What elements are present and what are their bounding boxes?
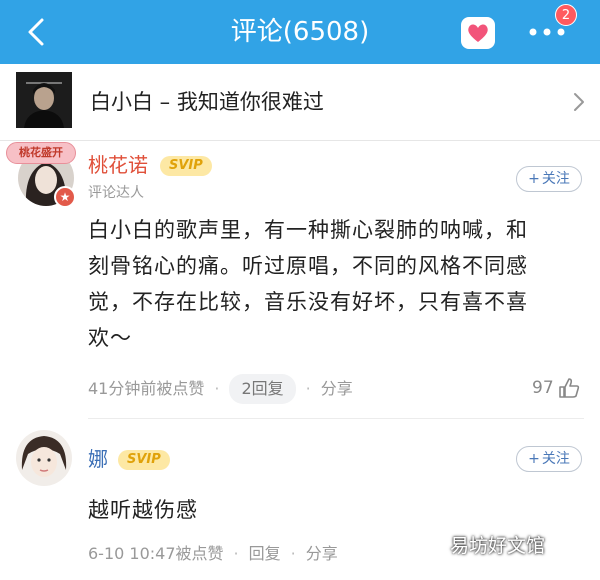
- comment-meta: 41分钟前被点赞 · 2回复 · 分享: [88, 374, 353, 404]
- comment-line: 白小白的歌声里，有一种撕心裂肺的呐喊，和: [88, 218, 528, 242]
- like-count: 97: [532, 378, 554, 398]
- thumbs-up-icon: [558, 378, 579, 398]
- avatar[interactable]: [16, 430, 72, 486]
- like-button[interactable]: 97: [532, 376, 580, 400]
- comment-line: 欢～: [88, 326, 132, 350]
- username[interactable]: 桃花诺: [88, 152, 148, 178]
- share-button[interactable]: 分享: [321, 377, 353, 401]
- song-title: 白小白 – 我知道你很难过: [90, 90, 324, 114]
- favorite-button[interactable]: [461, 17, 495, 49]
- song-cover-image: [16, 72, 72, 128]
- vip-star-icon: ★: [54, 186, 76, 208]
- username[interactable]: 娜: [88, 446, 108, 472]
- chevron-right-icon: [574, 93, 584, 111]
- divider: [88, 418, 584, 419]
- share-button[interactable]: 分享: [306, 542, 338, 566]
- comment-line: 觉，不存在比较，音乐没有好坏，只有喜不喜: [88, 290, 528, 314]
- comment-item: 桃花盛开 ★ 桃花诺 SVIP 评论达人 + 关注 白小白的歌声里，有一种撕心裂肺…: [0, 140, 600, 420]
- comment-line: 越听越伤感: [88, 498, 198, 522]
- user-title: 评论达人: [88, 185, 144, 201]
- plus-icon: +: [528, 451, 540, 467]
- song-row[interactable]: 白小白 – 我知道你很难过: [0, 64, 600, 141]
- watermark: 易坊好文馆: [450, 536, 546, 557]
- reply-button[interactable]: 回复: [249, 542, 281, 566]
- separator-dot: ·: [233, 544, 239, 563]
- more-dots-icon: [529, 28, 565, 36]
- comment-time: 41分钟前被点赞: [88, 379, 205, 398]
- follow-button[interactable]: + 关注: [516, 166, 582, 192]
- comment-line: 刻骨铭心的痛。听过原唱，不同的风格不同感: [88, 254, 528, 278]
- page-title: 评论(6508): [230, 17, 370, 47]
- reply-button[interactable]: 2回复: [229, 374, 296, 404]
- notification-badge: 2: [555, 4, 577, 26]
- comment-meta: 6-10 10:47被点赞 · 回复 · 分享: [88, 542, 338, 566]
- separator-dot: ·: [305, 379, 311, 398]
- follow-button[interactable]: + 关注: [516, 446, 582, 472]
- separator-dot: ·: [290, 544, 296, 563]
- heart-icon: [468, 24, 488, 42]
- badge-ribbon: 桃花盛开: [6, 142, 76, 164]
- svip-badge: SVIP: [160, 156, 212, 176]
- plus-icon: +: [528, 171, 540, 187]
- top-bar: 评论(6508) 2: [0, 0, 600, 64]
- svip-badge: SVIP: [118, 450, 170, 470]
- comment-time: 6-10 10:47被点赞: [88, 544, 224, 563]
- comment-text: 越听越伤感: [88, 492, 198, 528]
- comment-text: 白小白的歌声里，有一种撕心裂肺的呐喊，和 刻骨铭心的痛。听过原唱，不同的风格不同…: [88, 212, 528, 356]
- separator-dot: ·: [214, 379, 220, 398]
